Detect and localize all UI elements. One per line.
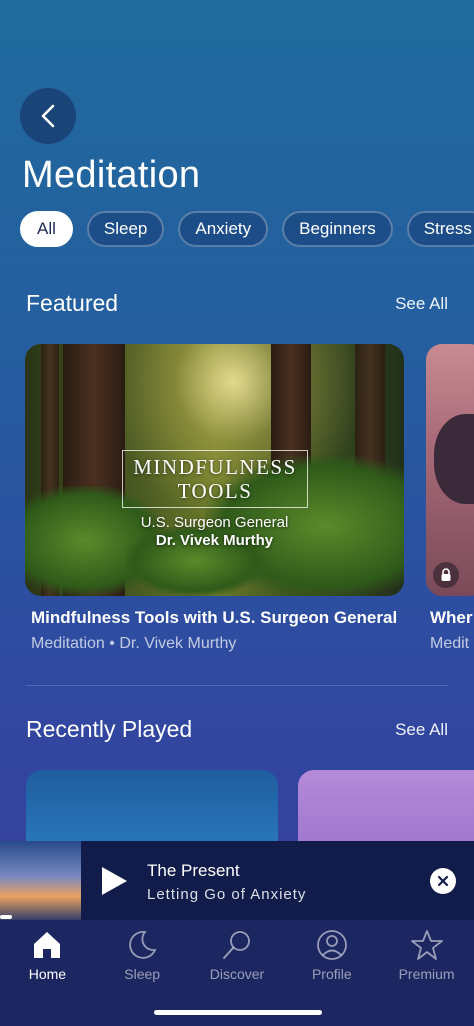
playback-progress [0,915,12,919]
lock-icon [433,562,459,588]
card-artwork [434,414,474,504]
star-icon [410,930,443,960]
tab-premium[interactable]: Premium [379,920,474,1026]
card-art-line2: TOOLS [177,479,253,503]
filter-chip-sleep[interactable]: Sleep [86,211,165,247]
filter-chips: All Sleep Anxiety Beginners Stress [20,211,474,247]
featured-card2-meta: Medit [430,635,470,652]
filter-chip-all[interactable]: All [20,211,73,247]
mini-player-title: The Present [147,861,240,880]
section-divider [26,685,448,686]
featured-card-mindfulness[interactable]: MINDFULNESS TOOLS U.S. Surgeon General D… [25,344,404,596]
chevron-left-icon [41,104,55,128]
tab-label: Premium [398,966,455,982]
profile-icon [316,930,347,960]
filter-chip-anxiety[interactable]: Anxiety [178,211,269,247]
card-art-line1: MINDFULNESS [133,455,297,479]
tab-home[interactable]: Home [0,920,95,1026]
card-art-title: MINDFULNESS TOOLS [122,450,308,508]
tab-label: Sleep [124,966,161,982]
play-icon[interactable] [100,866,128,896]
mini-player[interactable]: The Present Letting Go of Anxiety [0,841,474,920]
recently-played-title: Recently Played [26,716,193,742]
back-button[interactable] [20,88,76,144]
card-art-subtitle: U.S. Surgeon General [140,514,289,531]
moon-icon [129,930,157,959]
recently-played-header: Recently Played See All [26,716,448,743]
filter-chip-stress[interactable]: Stress [406,211,474,247]
page-title: Meditation [22,154,201,196]
featured-card-second[interactable] [426,344,474,596]
close-button[interactable] [430,868,456,894]
home-icon [34,932,61,958]
filter-chip-beginners[interactable]: Beginners [282,211,393,247]
card-art-author: Dr. Vivek Murthy [155,532,274,549]
featured-title: Featured [26,290,119,316]
featured-header: Featured See All [26,290,448,317]
recently-played-see-all-link[interactable]: See All [395,720,448,740]
featured-see-all-link[interactable]: See All [395,294,448,314]
featured-card2-title[interactable]: Wher [430,608,473,628]
mini-player-subtitle: Letting Go of Anxiety [147,886,307,903]
close-icon [437,875,449,887]
tab-label: Profile [311,966,352,982]
search-icon [222,931,250,959]
home-indicator [154,1010,322,1015]
tab-label: Home [28,966,67,982]
tab-label: Discover [209,966,265,982]
mini-player-thumbnail [0,841,81,920]
featured-card-title[interactable]: Mindfulness Tools with U.S. Surgeon Gene… [31,608,397,628]
featured-card-meta: Meditation • Dr. Vivek Murthy [31,635,237,652]
